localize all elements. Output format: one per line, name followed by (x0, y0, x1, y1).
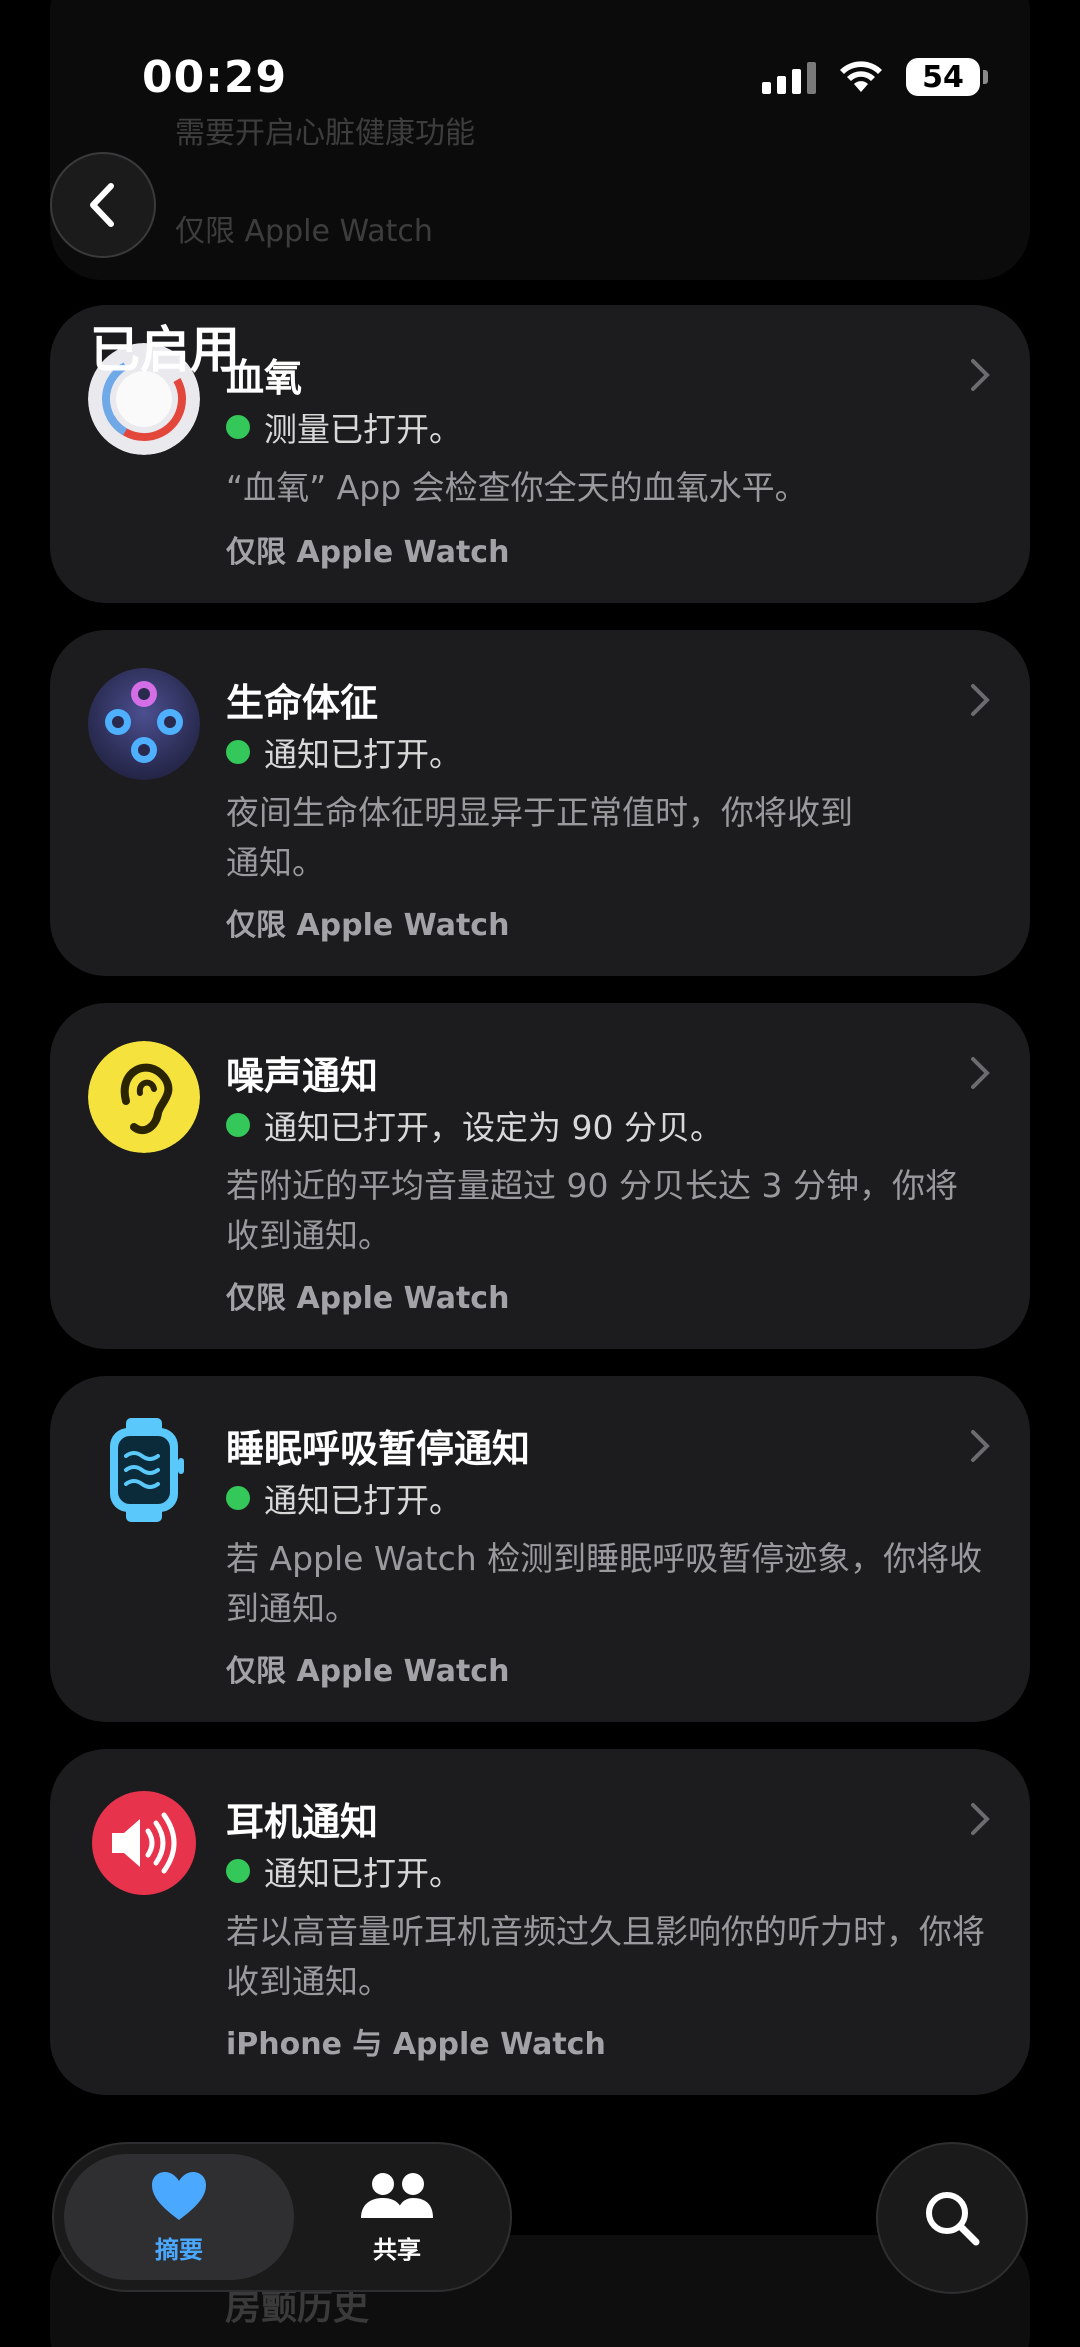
section-title: 已启用 (90, 321, 240, 379)
card-title: 生命体征 (226, 681, 379, 725)
card-title: 噪声通知 (226, 1054, 379, 1098)
status-dot (226, 740, 250, 764)
status-dot (226, 1113, 250, 1137)
status-bar: 00:29 54 (0, 0, 1080, 150)
search-icon (926, 2192, 980, 2246)
tab-summary[interactable]: 摘要 (64, 2154, 294, 2280)
card-description: 夜间生命体征明显异于正常值时，你将收到通知。 (226, 793, 853, 882)
vitals-card[interactable]: 生命体征 通知已打开。 夜间生命体征明显异于正常值时，你将收到通知。 仅限 Ap… (50, 630, 1030, 976)
search-button[interactable] (876, 2142, 1028, 2294)
speaker-icon (88, 1787, 200, 1899)
status-dot (226, 1486, 250, 1510)
tab-sharing[interactable]: 共享 (282, 2154, 512, 2280)
card-title: 耳机通知 (226, 1800, 379, 1844)
card-status: 通知已打开。 (226, 1474, 462, 1522)
card-scope: 仅限 Apple Watch (226, 535, 510, 570)
sleep-apnea-card[interactable]: 睡眠呼吸暂停通知 通知已打开。 若 Apple Watch 检测到睡眠呼吸暂停迹… (50, 1376, 1030, 1722)
card-title: 睡眠呼吸暂停通知 (226, 1427, 531, 1471)
back-button[interactable] (50, 152, 156, 258)
chevron-right-icon (971, 1803, 990, 1835)
chevron-right-icon (971, 1057, 990, 1089)
card-description: 若 Apple Watch 检测到睡眠呼吸暂停迹象，你将收到通知。 (226, 1539, 983, 1628)
status-dot (226, 415, 250, 439)
chevron-right-icon (971, 684, 990, 716)
card-status: 通知已打开。 (226, 728, 462, 776)
battery-icon: 54 (906, 58, 988, 96)
status-time: 00:29 (142, 52, 288, 103)
noise-card[interactable]: 噪声通知 通知已打开，设定为 90 分贝。 若附近的平均音量超过 90 分贝长达… (50, 1003, 1030, 1349)
faded-scope: 仅限 Apple Watch (175, 214, 433, 249)
tab-label: 共享 (373, 2235, 421, 2264)
card-status: 通知已打开。 (226, 1847, 462, 1895)
chevron-right-icon (971, 359, 990, 391)
status-icons: 54 (762, 58, 988, 96)
card-description: 若以高音量听耳机音频过久且影响你的听力时，你将收到通知。 (226, 1912, 985, 2001)
watch-breathing-icon (88, 1414, 200, 1526)
chevron-right-icon (971, 1430, 990, 1462)
tab-bar: 摘要 共享 (52, 2142, 512, 2292)
card-status: 通知已打开，设定为 90 分贝。 (226, 1101, 723, 1149)
tab-label: 摘要 (155, 2235, 203, 2264)
card-scope: 仅限 Apple Watch (226, 1654, 510, 1689)
status-dot (226, 1859, 250, 1883)
card-scope: iPhone 与 Apple Watch (226, 2027, 606, 2062)
card-description: 若附近的平均音量超过 90 分贝长达 3 分钟，你将收到通知。 (226, 1166, 958, 1255)
card-scope: 仅限 Apple Watch (226, 1281, 510, 1316)
wifi-icon (840, 61, 882, 92)
chevron-left-icon (90, 183, 114, 227)
vitals-icon (88, 668, 200, 780)
headphone-card[interactable]: 耳机通知 通知已打开。 若以高音量听耳机音频过久且影响你的听力时，你将收到通知。… (50, 1749, 1030, 2095)
heart-icon (152, 2171, 206, 2220)
ear-icon (88, 1041, 200, 1153)
card-description: “血氧” App 会检查你全天的血氧水平。 (226, 468, 808, 507)
people-icon (361, 2172, 433, 2218)
cellular-signal-icon (762, 60, 816, 94)
card-status: 测量已打开。 (226, 403, 462, 451)
card-scope: 仅限 Apple Watch (226, 908, 510, 943)
